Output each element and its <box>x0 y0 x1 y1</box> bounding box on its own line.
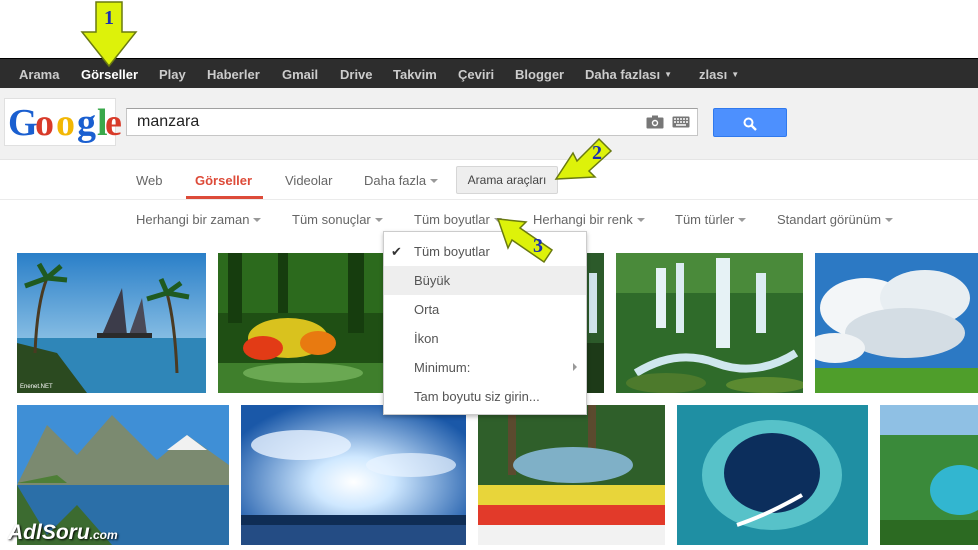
filter-size[interactable]: Tüm boyutlar <box>414 212 502 227</box>
tab-more-label: Daha fazla <box>364 173 427 188</box>
nav-gmail[interactable]: Gmail <box>282 67 318 82</box>
nav-extra-label: zlası <box>699 67 728 82</box>
nav-haberler[interactable]: Haberler <box>207 67 260 82</box>
menu-item-icon[interactable]: İkon <box>384 324 586 353</box>
menu-item-exact-size[interactable]: Tam boyutu siz girin... <box>384 382 586 411</box>
image-result[interactable] <box>616 253 803 393</box>
annotation-arrow-1: 1 <box>80 1 138 68</box>
nav-takvim[interactable]: Takvim <box>393 67 437 82</box>
nav-more-menu[interactable]: Daha fazlası ▼ <box>585 67 672 82</box>
image-thumbnail <box>478 405 665 545</box>
image-result[interactable] <box>478 405 665 545</box>
chevron-right-icon <box>573 363 577 371</box>
chevron-down-icon <box>738 218 747 222</box>
image-result[interactable] <box>241 405 466 545</box>
chevron-down-icon <box>253 218 262 222</box>
tab-web[interactable]: Web <box>136 173 163 188</box>
search-input[interactable]: manzara <box>126 108 698 136</box>
chevron-down-icon <box>430 179 439 183</box>
menu-item-label: Orta <box>414 302 440 317</box>
image-thumbnail <box>677 405 868 545</box>
image-result[interactable] <box>587 253 604 393</box>
site-watermark: AdlSoru.com <box>8 521 118 547</box>
search-tabs: Web Görseller Videolar Daha fazla Arama … <box>0 160 978 200</box>
image-thumbnail <box>587 253 604 393</box>
annotation-number: 1 <box>104 7 114 29</box>
google-logo[interactable]: G o o g l e <box>4 98 122 146</box>
chevron-down-icon: ▼ <box>664 70 673 79</box>
logo-letter: o <box>35 102 54 144</box>
nav-ceviri[interactable]: Çeviri <box>458 67 494 82</box>
menu-item-label: Minimum: <box>414 360 471 375</box>
image-result[interactable] <box>218 253 386 393</box>
filter-label: Tüm sonuçlar <box>292 212 371 227</box>
menu-item-label: İkon <box>414 331 439 346</box>
menu-item-label: Büyük <box>414 273 451 288</box>
thumbnail-caption: Enenet.NET <box>20 384 53 390</box>
image-result[interactable] <box>880 405 978 545</box>
search-button[interactable] <box>713 108 787 137</box>
active-tab-indicator <box>186 196 263 199</box>
image-result[interactable] <box>677 405 868 545</box>
image-thumbnail <box>880 405 978 545</box>
image-result[interactable]: Enenet.NET <box>17 253 206 393</box>
logo-letter: G <box>8 102 38 144</box>
filter-label: Standart görünüm <box>777 212 882 227</box>
chevron-down-icon <box>636 218 645 222</box>
nav-drive[interactable]: Drive <box>340 67 373 82</box>
logo-letter: o <box>56 102 75 144</box>
menu-item-large[interactable]: Büyük <box>384 266 586 295</box>
image-thumbnail <box>616 253 803 393</box>
search-tools-button[interactable]: Arama araçları <box>456 166 558 194</box>
filter-time[interactable]: Herhangi bir zaman <box>136 212 262 227</box>
annotation-number: 2 <box>592 142 602 164</box>
annotation-number: 3 <box>533 235 543 257</box>
image-result[interactable] <box>815 253 978 393</box>
logo-letter: e <box>105 102 122 144</box>
annotation-arrow-2: 2 <box>554 137 613 180</box>
filter-label: Tüm türler <box>675 212 735 227</box>
menu-item-medium[interactable]: Orta <box>384 295 586 324</box>
filter-results[interactable]: Tüm sonuçlar <box>292 212 383 227</box>
chevron-down-icon: ▼ <box>731 70 740 79</box>
logo-letter: g <box>77 102 96 144</box>
image-thumbnail <box>815 253 978 393</box>
nav-more-label: Daha fazlası <box>585 67 661 82</box>
annotation-arrow-3: 3 <box>496 218 554 264</box>
keyboard-icon[interactable] <box>672 116 690 128</box>
chevron-down-icon <box>374 218 383 222</box>
filter-label: Herhangi bir zaman <box>136 212 250 227</box>
nav-arama[interactable]: Arama <box>19 67 59 82</box>
chevron-down-icon <box>885 218 894 222</box>
image-thumbnail: Enenet.NET <box>17 253 206 393</box>
nav-extra-menu[interactable]: zlası ▼ <box>699 67 739 82</box>
checkmark-icon: ✔ <box>391 244 402 259</box>
image-thumbnail <box>218 253 386 393</box>
nav-blogger[interactable]: Blogger <box>515 67 564 82</box>
tab-images[interactable]: Görseller <box>195 173 252 188</box>
filter-view[interactable]: Standart görünüm <box>777 212 894 227</box>
menu-item-minimum[interactable]: Minimum: <box>384 353 586 382</box>
watermark-text: AdlSoru <box>8 521 90 544</box>
search-icon <box>743 117 757 131</box>
search-header: G o o g l e manzara <box>0 88 978 160</box>
watermark-suffix: .com <box>89 528 118 542</box>
image-thumbnail <box>241 405 466 545</box>
menu-item-label: Tam boyutu siz girin... <box>414 389 540 404</box>
nav-play[interactable]: Play <box>159 67 186 82</box>
tab-more[interactable]: Daha fazla <box>364 173 439 188</box>
filter-type[interactable]: Tüm türler <box>675 212 747 227</box>
filter-label: Tüm boyutlar <box>414 212 490 227</box>
menu-item-label: Tüm boyutlar <box>414 244 490 259</box>
camera-icon[interactable] <box>646 115 664 129</box>
tab-videos[interactable]: Videolar <box>285 173 332 188</box>
top-nav-bar: Arama Görseller Play Haberler Gmail Driv… <box>0 58 978 88</box>
